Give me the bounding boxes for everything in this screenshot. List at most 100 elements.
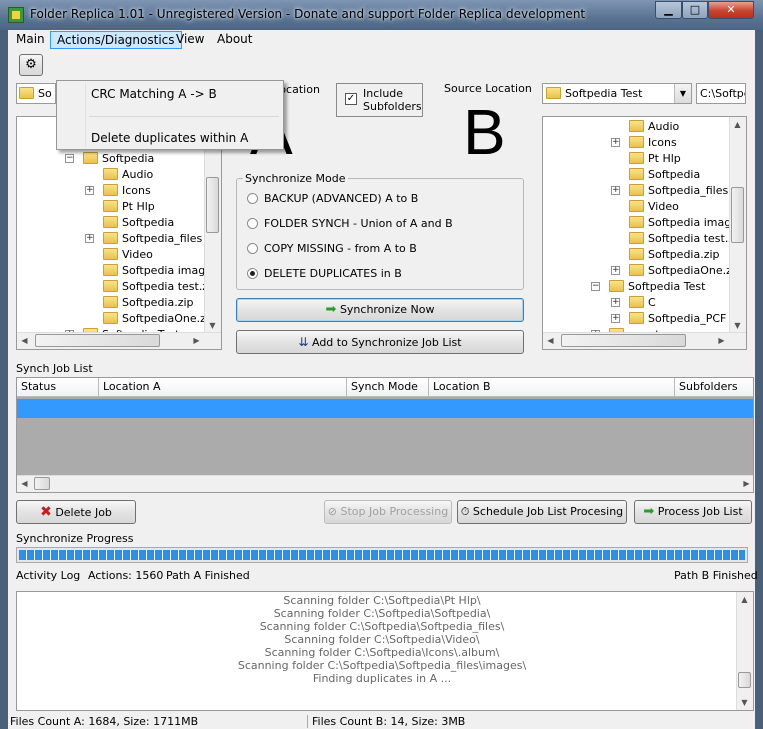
synchronize-now-button[interactable]: ➡ Synchronize Now: [236, 298, 524, 322]
location-a-tree[interactable]: +PerfLogs+Program Files−SoftpediaAudio+I…: [16, 116, 222, 350]
stop-job-processing-label: Stop Job Processing: [340, 505, 449, 518]
left-tree-hscroll[interactable]: ◀ ▶: [17, 332, 221, 349]
right-tree-hscroll[interactable]: ◀ ▶: [543, 332, 746, 349]
scroll-thumb[interactable]: [35, 334, 160, 347]
tree-item[interactable]: Video: [103, 247, 153, 263]
menu-item-crc-matching[interactable]: CRC Matching A -> B: [91, 87, 217, 101]
tree-item[interactable]: Video: [629, 199, 679, 215]
job-list-hscroll[interactable]: ◀ ▶: [17, 475, 753, 492]
location-b-path-field[interactable]: C:\Softpe: [696, 83, 746, 104]
tree-item-label: Video: [122, 248, 153, 261]
expand-icon[interactable]: +: [611, 314, 620, 323]
menu-about[interactable]: About: [211, 31, 258, 49]
scroll-down-icon[interactable]: ▼: [730, 318, 745, 333]
scroll-thumb[interactable]: [731, 187, 744, 243]
expand-icon[interactable]: +: [611, 266, 620, 275]
radio-icon[interactable]: [247, 217, 258, 229]
expand-icon[interactable]: +: [85, 186, 94, 195]
radio-icon[interactable]: [247, 267, 258, 279]
tree-item[interactable]: SoftpediaOne.zip: [103, 311, 216, 327]
delete-job-button[interactable]: ✖ Delete Job: [16, 500, 136, 524]
include-subfolders-checkbox[interactable]: ✓: [345, 93, 357, 105]
expand-icon[interactable]: +: [85, 234, 94, 243]
tree-item[interactable]: + Icons: [85, 183, 151, 199]
column-header[interactable]: Location B: [429, 378, 675, 397]
tree-item[interactable]: Softpedia test.zip: [103, 279, 218, 295]
job-list-grid[interactable]: Status Location A Synch Mode Location B Subf…: [16, 377, 754, 493]
menu-view[interactable]: View: [170, 31, 210, 49]
expand-icon[interactable]: +: [611, 186, 620, 195]
location-b-combo[interactable]: Softpedia Test ▼: [542, 83, 692, 104]
stop-job-processing-button[interactable]: ⊘ Stop Job Processing: [324, 500, 452, 524]
sync-mode-option[interactable]: FOLDER SYNCH - Union of A and B: [247, 216, 453, 232]
tree-item[interactable]: Softpedia.zip: [103, 295, 194, 311]
include-subfolders-box[interactable]: ✓ Include Subfolders: [336, 83, 423, 117]
right-tree-vscroll[interactable]: ▲ ▼: [729, 117, 746, 333]
scroll-up-icon[interactable]: ▲: [737, 592, 752, 607]
process-job-list-button[interactable]: ➡ Process Job List: [634, 500, 752, 524]
scroll-thumb[interactable]: [206, 177, 219, 233]
add-to-job-list-button[interactable]: ⇊ Add to Synchronize Job List: [236, 330, 524, 354]
column-header[interactable]: Status: [17, 378, 99, 397]
scroll-right-icon[interactable]: ▶: [739, 476, 753, 491]
expand-icon[interactable]: +: [611, 298, 620, 307]
scroll-thumb[interactable]: [34, 477, 50, 490]
tree-item[interactable]: Audio: [629, 119, 679, 135]
scroll-left-icon[interactable]: ◀: [17, 333, 32, 348]
location-a-combo[interactable]: So: [16, 83, 56, 104]
column-header[interactable]: Location A: [99, 378, 347, 397]
stop-icon: ⊘: [327, 505, 337, 518]
folder-icon: [629, 184, 644, 196]
tree-item[interactable]: + Softpedia_files: [611, 183, 728, 199]
tree-item[interactable]: Softpedia: [629, 167, 700, 183]
tree-item[interactable]: + SoftpediaOne.zip: [611, 263, 742, 279]
schedule-job-list-button[interactable]: ⏱ Schedule Job List Procesing: [457, 500, 627, 524]
tree-item[interactable]: Audio: [103, 167, 153, 183]
job-list-selected-row[interactable]: [17, 399, 753, 418]
scroll-left-icon[interactable]: ◀: [17, 476, 32, 491]
scroll-down-icon[interactable]: ▼: [205, 318, 220, 333]
status-bar: Files Count A: 1684, Size: 1711MB Files …: [8, 714, 755, 729]
sync-mode-option[interactable]: COPY MISSING - from A to B: [247, 241, 417, 257]
scroll-thumb[interactable]: [738, 672, 751, 688]
scroll-right-icon[interactable]: ▶: [189, 333, 204, 348]
maximize-button[interactable]: □: [682, 1, 708, 19]
scroll-right-icon[interactable]: ▶: [714, 333, 729, 348]
settings-toolbar-button[interactable]: ⚙: [19, 54, 43, 76]
column-header[interactable]: Synch Mode: [347, 378, 429, 397]
radio-icon[interactable]: [247, 242, 258, 254]
scroll-down-icon[interactable]: ▼: [737, 695, 752, 710]
tree-item[interactable]: Softpedia test.zip: [629, 231, 744, 247]
collapse-icon[interactable]: −: [65, 154, 74, 163]
tree-item[interactable]: + C: [611, 295, 656, 311]
sync-mode-option[interactable]: BACKUP (ADVANCED) A to B: [247, 191, 418, 207]
menu-actions-diagnostics[interactable]: Actions/Diagnostics: [50, 31, 182, 49]
scroll-thumb[interactable]: [561, 334, 686, 347]
activity-log-area[interactable]: Scanning folder C:\Softpedia\Pt Hlp\ Scan…: [16, 591, 754, 711]
tree-item[interactable]: + Softpedia_PCF: [611, 311, 726, 327]
tree-item[interactable]: − Softpedia: [65, 151, 154, 167]
minimize-button[interactable]: ▁: [655, 1, 682, 19]
tree-item[interactable]: Softpedia.zip: [629, 247, 720, 263]
tree-item[interactable]: Pt Hlp: [629, 151, 681, 167]
menu-item-delete-duplicates[interactable]: Delete duplicates within A: [91, 131, 248, 145]
scroll-left-icon[interactable]: ◀: [543, 333, 558, 348]
radio-icon[interactable]: [247, 192, 258, 204]
location-b-tree[interactable]: Audio + Icons Pt Hlp Softpedia + Softpedia_fil…: [542, 116, 747, 350]
chevron-down-icon[interactable]: ▼: [674, 84, 691, 103]
expand-icon[interactable]: +: [611, 138, 620, 147]
log-vscroll[interactable]: ▲ ▼: [736, 592, 753, 710]
synchronize-progress-title: Synchronize Progress: [16, 532, 134, 545]
tree-item[interactable]: Pt Hlp: [103, 199, 155, 215]
column-header[interactable]: Subfolders: [675, 378, 753, 397]
green-arrow-right-icon: ➡: [325, 302, 337, 317]
tree-item[interactable]: + Icons: [611, 135, 677, 151]
tree-item[interactable]: Softpedia: [103, 215, 174, 231]
scroll-up-icon[interactable]: ▲: [730, 117, 745, 132]
menu-main[interactable]: Main: [10, 31, 51, 49]
tree-item[interactable]: − Softpedia Test: [591, 279, 705, 295]
sync-mode-option[interactable]: DELETE DUPLICATES in B: [247, 266, 402, 282]
tree-item[interactable]: + Softpedia_files: [85, 231, 202, 247]
collapse-icon[interactable]: −: [591, 282, 600, 291]
close-button[interactable]: ✕: [708, 1, 754, 19]
